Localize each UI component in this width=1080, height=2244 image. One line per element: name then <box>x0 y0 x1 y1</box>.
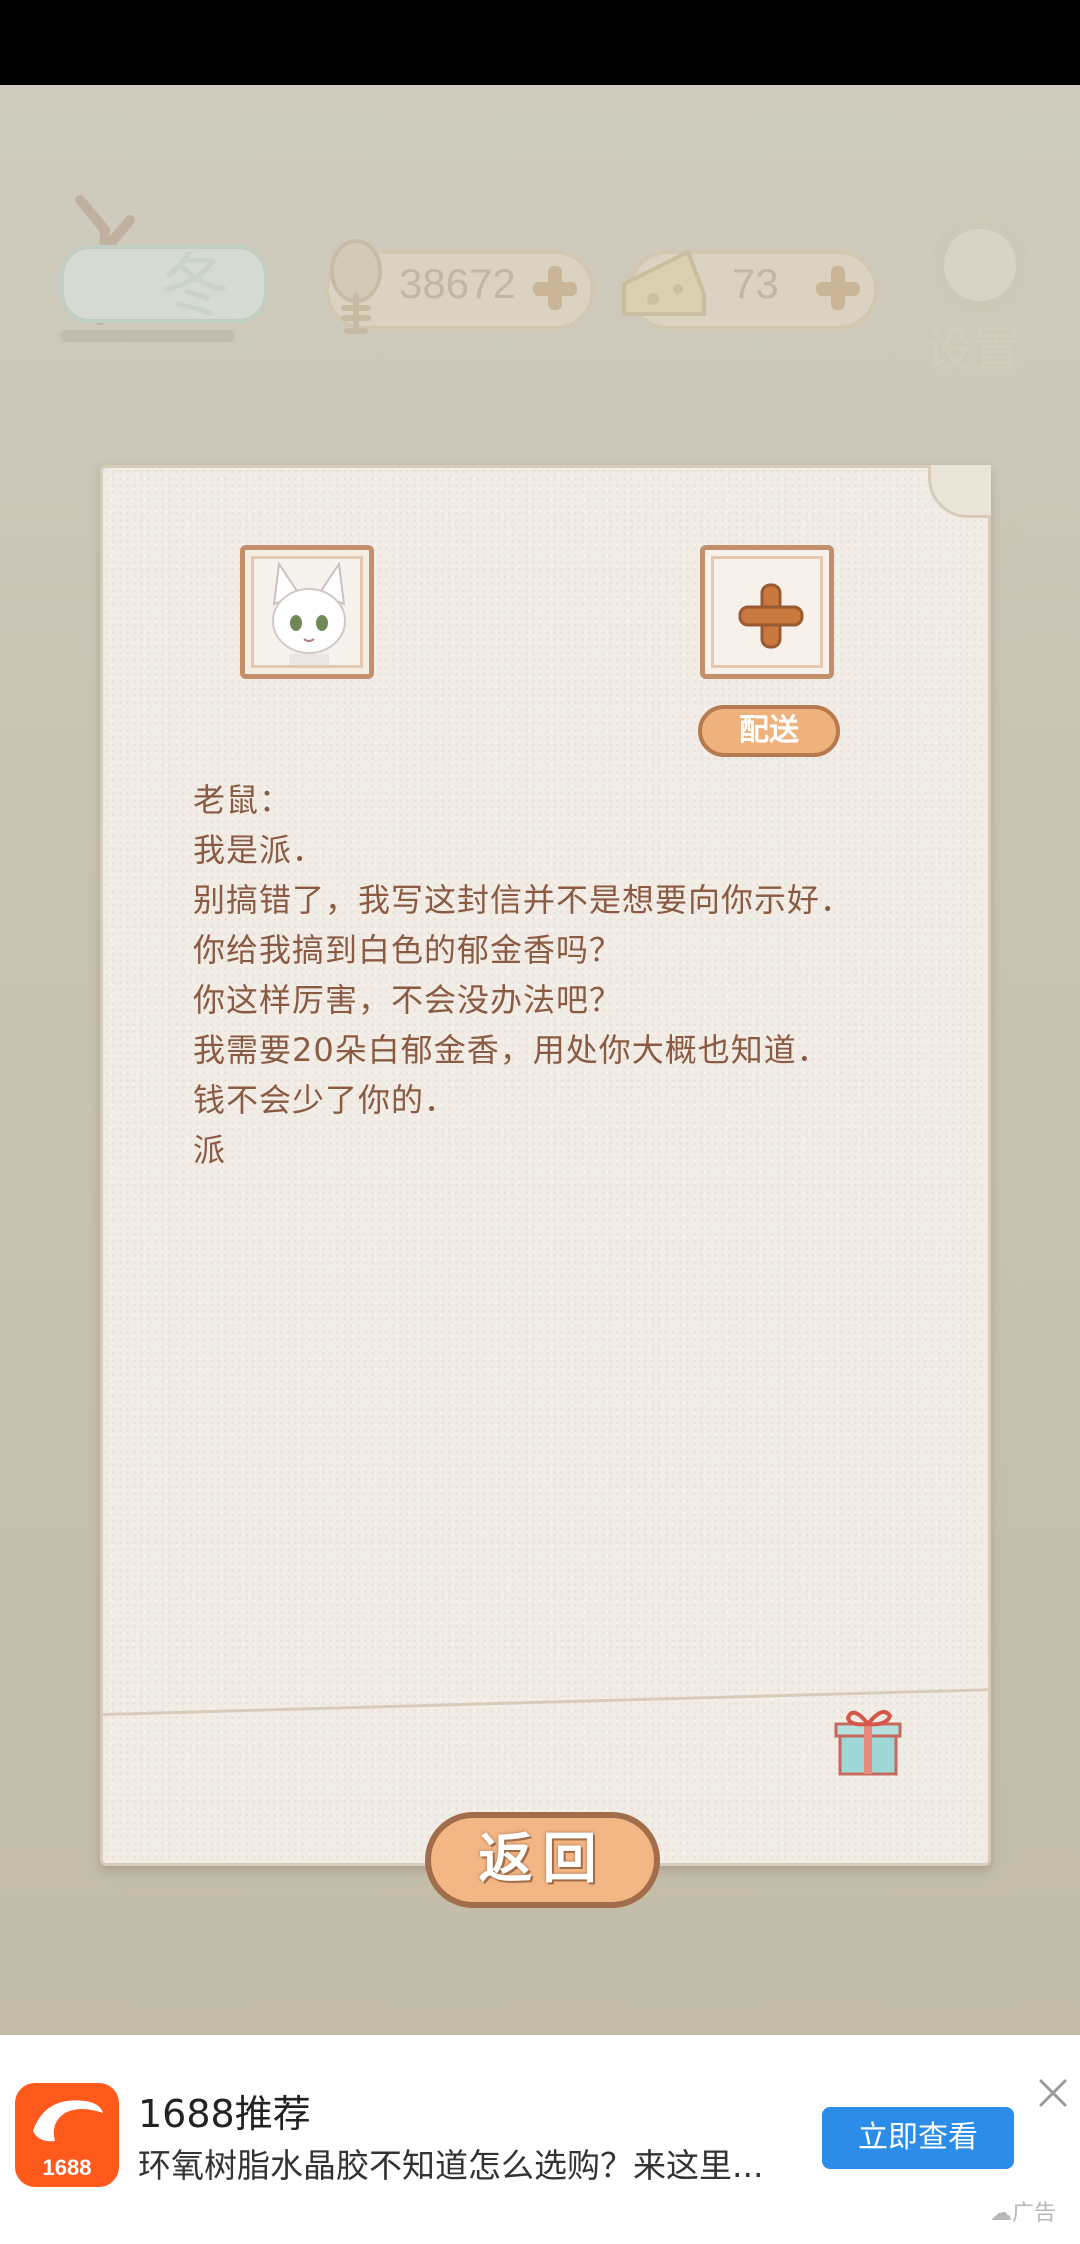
cheese-currency[interactable]: 73 <box>622 249 878 330</box>
fish-bone-icon <box>330 239 382 334</box>
letter-line: 别搞错了，我写这封信并不是想要向你示好． <box>193 881 854 919</box>
add-fish-button[interactable] <box>527 260 583 316</box>
plus-icon <box>738 583 804 649</box>
ad-title[interactable]: 1688推荐 <box>138 2083 311 2138</box>
ad-logo[interactable]: 1688 <box>15 2083 119 2187</box>
letter-line: 你这样厉害，不会没办法吧？ <box>193 981 623 1019</box>
letter-line: 我需要20朵白郁金香，用处你大概也知道． <box>193 1031 830 1069</box>
letter-line: 派 <box>193 1131 227 1169</box>
paper-corner-curl <box>928 465 991 518</box>
close-icon[interactable] <box>1033 2073 1073 2113</box>
cheese-icon <box>622 249 706 316</box>
ad-logo-text: 1688 <box>42 2155 92 2180</box>
letter-line: 钱不会少了你的． <box>193 1081 458 1119</box>
add-cheese-button[interactable] <box>810 260 866 316</box>
ad-cta-button[interactable]: 立即查看 <box>822 2107 1014 2169</box>
deliver-button[interactable]: 配送 <box>698 705 840 757</box>
letter-line: 老鼠： <box>193 781 293 819</box>
fox-character-icon <box>272 561 346 665</box>
ad-banner[interactable]: 1688 1688推荐 环氧树脂水晶胶不知道怎么选购？来这里... 立即查看 ☁… <box>0 2035 1080 2244</box>
back-button[interactable]: 返回 <box>425 1812 660 1908</box>
fish-count: 38672 <box>399 260 516 307</box>
letter-line: 你给我搞到白色的郁金香吗？ <box>193 931 623 969</box>
season-progress <box>60 330 235 342</box>
brand-swoosh-icon <box>33 2100 103 2142</box>
ad-tag-label: 广告 <box>1012 2201 1057 2226</box>
letter-line: 我是派． <box>193 831 326 869</box>
sender-avatar[interactable] <box>240 545 374 679</box>
cheese-count: 73 <box>732 260 779 307</box>
add-item-slot[interactable] <box>700 545 834 679</box>
ad-tag: ☁广告 <box>990 2195 1056 2227</box>
settings-label: 设置 <box>925 322 1022 378</box>
fish-currency[interactable]: 38672 <box>325 239 595 334</box>
letter-body: 老鼠： 我是派． 别搞错了，我写这封信并不是想要向你示好． 你给我搞到白色的郁金… <box>193 775 913 1175</box>
season-label: 冬 <box>160 245 230 327</box>
cloud-icon: ☁ <box>990 2201 1012 2226</box>
status-bar <box>0 0 1080 85</box>
ad-description[interactable]: 环氧树脂水晶胶不知道怎么选购？来这里... <box>138 2139 818 2187</box>
season-badge[interactable]: 冬 <box>40 190 268 342</box>
gift-icon[interactable] <box>828 1700 908 1780</box>
gear-icon <box>930 215 1030 315</box>
settings-button[interactable]: 设置 <box>915 215 1045 378</box>
